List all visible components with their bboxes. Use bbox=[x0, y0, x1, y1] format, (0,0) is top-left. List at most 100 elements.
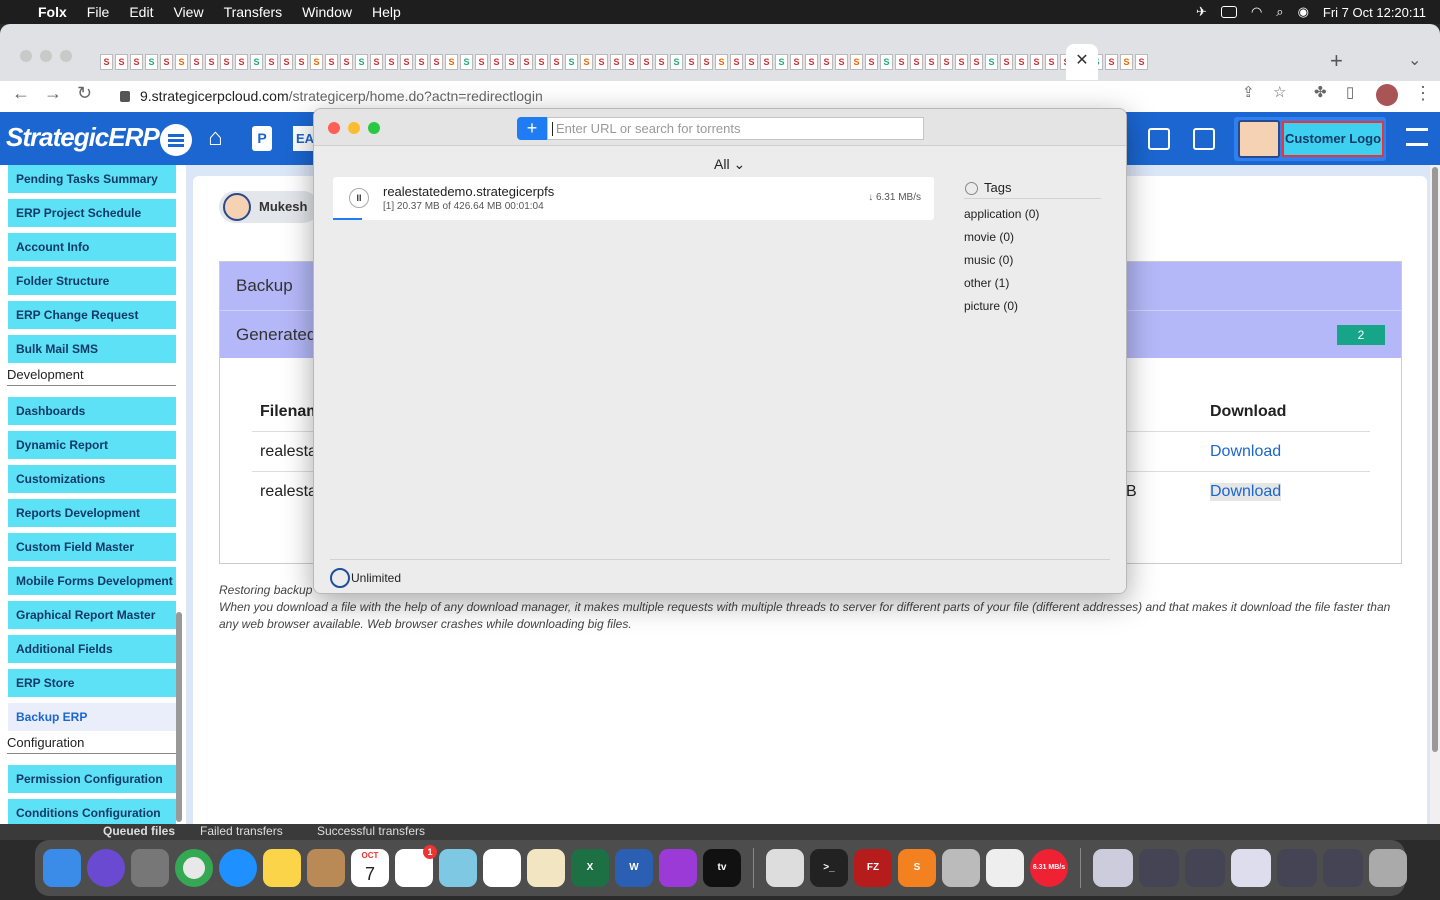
sidebar-item-pending-tasks-summary[interactable]: Pending Tasks Summary bbox=[8, 165, 176, 193]
tab-favicon[interactable]: S bbox=[685, 54, 698, 70]
tab-favicon[interactable]: S bbox=[955, 54, 968, 70]
minimized-window-1[interactable] bbox=[1093, 849, 1133, 887]
maps-icon[interactable] bbox=[439, 849, 477, 887]
minimized-window-5[interactable] bbox=[1277, 849, 1317, 887]
tab-favicon[interactable]: S bbox=[1000, 54, 1013, 70]
pause-icon[interactable]: II bbox=[349, 188, 369, 208]
sidebar-item-graphical-report-master[interactable]: Graphical Report Master bbox=[8, 601, 176, 629]
tab-search-chevron-icon[interactable]: ⌄ bbox=[1408, 50, 1421, 70]
tab-favicon[interactable]: S bbox=[1120, 54, 1133, 70]
tab-favicon[interactable]: S bbox=[325, 54, 338, 70]
textedit-icon[interactable] bbox=[766, 849, 804, 887]
sidebar-item-custom-field-master[interactable]: Custom Field Master bbox=[8, 533, 176, 561]
wifi-icon[interactable]: ◠ bbox=[1251, 4, 1262, 20]
notes-icon[interactable] bbox=[263, 849, 301, 887]
reminders-icon[interactable]: 1 bbox=[395, 845, 437, 887]
active-tab-close-icon[interactable]: ✕ bbox=[1066, 44, 1098, 80]
row2-download-link[interactable]: Download bbox=[1210, 483, 1282, 501]
tab-favicon[interactable]: S bbox=[640, 54, 653, 70]
tab-favicon[interactable]: S bbox=[1105, 54, 1118, 70]
folx-close-button[interactable] bbox=[328, 122, 340, 134]
battery-icon[interactable] bbox=[1220, 6, 1237, 18]
folx-dock-icon[interactable]: 6.31 MB/s bbox=[1030, 849, 1068, 887]
tab-favicon[interactable]: S bbox=[940, 54, 953, 70]
tab-favicon[interactable]: S bbox=[790, 54, 803, 70]
menu-transfers[interactable]: Transfers bbox=[224, 4, 283, 20]
tab-favicon[interactable]: S bbox=[160, 54, 173, 70]
sidebar-item-dynamic-report[interactable]: Dynamic Report bbox=[8, 431, 176, 459]
address-bar[interactable]: 9.strategicerpcloud.com/strategicerp/hom… bbox=[108, 82, 1308, 110]
tab-favicon[interactable]: S bbox=[655, 54, 668, 70]
tab-favicon[interactable]: S bbox=[1030, 54, 1043, 70]
tab-favicon[interactable]: S bbox=[490, 54, 503, 70]
download-row[interactable]: II realestatedemo.strategicerpfs [1] 20.… bbox=[333, 177, 934, 220]
tab-favicon[interactable]: S bbox=[520, 54, 533, 70]
sidebar-item-dashboards[interactable]: Dashboards bbox=[8, 397, 176, 425]
chrome-icon[interactable] bbox=[175, 849, 213, 887]
tab-favicon[interactable]: S bbox=[175, 54, 188, 70]
tab-favicon[interactable]: S bbox=[925, 54, 938, 70]
forward-arrow-icon[interactable]: → bbox=[44, 83, 62, 104]
folx-zoom-button[interactable] bbox=[368, 122, 380, 134]
reload-icon[interactable]: ↻ bbox=[77, 83, 92, 104]
bookmark-star-icon[interactable]: ☆ bbox=[1273, 83, 1286, 101]
window-zoom-button[interactable] bbox=[60, 50, 72, 62]
tab-favicon[interactable]: S bbox=[400, 54, 413, 70]
tab-favicon[interactable]: S bbox=[205, 54, 218, 70]
user-chip[interactable]: Mukesh bbox=[219, 191, 319, 223]
sidebar-item-additional-fields[interactable]: Additional Fields bbox=[8, 635, 176, 663]
tab-favicon[interactable]: S bbox=[700, 54, 713, 70]
tab-favicon[interactable]: S bbox=[100, 54, 113, 70]
control-center-icon[interactable]: ◉ bbox=[1298, 4, 1309, 20]
tab-favicon[interactable]: S bbox=[220, 54, 233, 70]
successful-transfers-tab[interactable]: Successful transfers bbox=[317, 824, 425, 838]
launchpad-icon[interactable] bbox=[131, 849, 169, 887]
row1-download-link[interactable]: Download bbox=[1210, 443, 1281, 461]
profile-avatar[interactable] bbox=[1376, 84, 1398, 106]
failed-transfers-tab[interactable]: Failed transfers bbox=[200, 824, 283, 838]
menu-app-name[interactable]: Folx bbox=[38, 4, 67, 20]
page-scrollbar[interactable] bbox=[1430, 165, 1440, 830]
window-minimize-button[interactable] bbox=[40, 50, 52, 62]
sidebar-item-customizations[interactable]: Customizations bbox=[8, 465, 176, 493]
tab-favicon[interactable]: S bbox=[910, 54, 923, 70]
tab-favicon[interactable]: S bbox=[505, 54, 518, 70]
tab-favicon[interactable]: S bbox=[550, 54, 563, 70]
minimized-window-3[interactable] bbox=[1185, 849, 1225, 887]
tab-favicon[interactable]: S bbox=[715, 54, 728, 70]
rocket-icon[interactable]: ✈ bbox=[1196, 4, 1207, 20]
menu-view[interactable]: View bbox=[173, 4, 203, 20]
tab-favicon[interactable]: S bbox=[580, 54, 593, 70]
tab-favicon[interactable]: S bbox=[880, 54, 893, 70]
tab-favicon[interactable]: S bbox=[415, 54, 428, 70]
tab-favicon[interactable]: S bbox=[190, 54, 203, 70]
tab-favicon[interactable]: S bbox=[1045, 54, 1058, 70]
tab-favicon[interactable]: S bbox=[145, 54, 158, 70]
contacts-icon[interactable] bbox=[307, 849, 345, 887]
tab-favicon[interactable]: S bbox=[985, 54, 998, 70]
tab-favicon[interactable]: S bbox=[235, 54, 248, 70]
tab-favicon[interactable]: S bbox=[850, 54, 863, 70]
tag-other[interactable]: other (1) bbox=[964, 276, 1101, 291]
tab-favicon[interactable]: S bbox=[805, 54, 818, 70]
tab-favicon[interactable]: S bbox=[445, 54, 458, 70]
folx-minimize-button[interactable] bbox=[348, 122, 360, 134]
tab-favicon[interactable]: S bbox=[820, 54, 833, 70]
header-ea-button[interactable]: EA bbox=[293, 126, 315, 151]
tab-favicon[interactable]: S bbox=[370, 54, 383, 70]
tab-favicon[interactable]: S bbox=[625, 54, 638, 70]
browser-menu-icon[interactable]: ⋮ bbox=[1414, 83, 1432, 104]
tab-favicon[interactable]: S bbox=[745, 54, 758, 70]
tab-favicon[interactable]: S bbox=[730, 54, 743, 70]
sidebar-toggle-icon[interactable]: ▯ bbox=[1346, 83, 1354, 101]
tab-favicon[interactable]: S bbox=[865, 54, 878, 70]
speed-gauge-icon[interactable] bbox=[330, 568, 350, 588]
sidebar-item-bulk-mail-sms[interactable]: Bulk Mail SMS bbox=[8, 335, 176, 363]
trash-icon[interactable] bbox=[1369, 849, 1407, 887]
sidebar-item-erp-store[interactable]: ERP Store bbox=[8, 669, 176, 697]
share-icon[interactable]: ⇪ bbox=[1242, 83, 1255, 101]
tag-movie[interactable]: movie (0) bbox=[964, 230, 1101, 245]
tab-favicon[interactable]: S bbox=[250, 54, 263, 70]
calculator-icon[interactable] bbox=[1148, 128, 1170, 150]
calendar-icon[interactable]: OCT 7 bbox=[351, 849, 389, 887]
